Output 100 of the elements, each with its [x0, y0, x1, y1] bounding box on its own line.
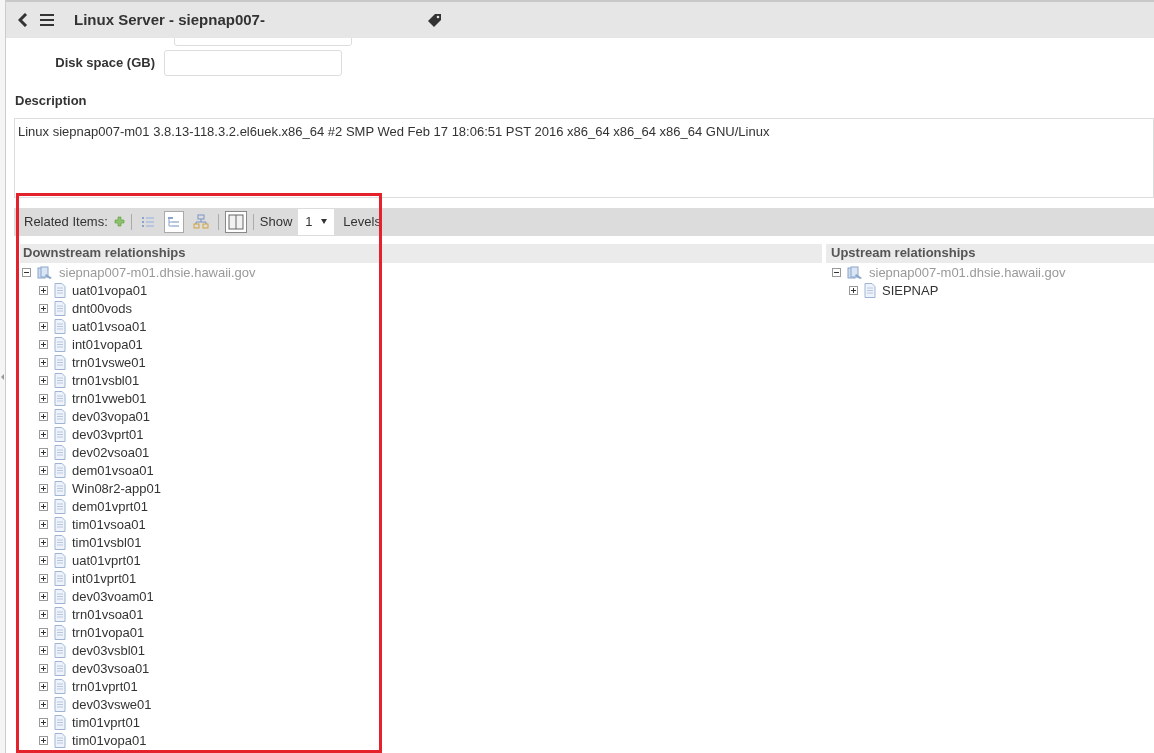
document-icon	[54, 535, 66, 550]
tree-item[interactable]: dem01vsoa01	[72, 460, 154, 481]
expand-icon[interactable]	[39, 286, 48, 295]
tree-item[interactable]: tim01vsoa01	[72, 514, 146, 535]
tree-item[interactable]: dem01vprt01	[72, 496, 148, 517]
document-icon	[54, 733, 66, 748]
columns-icon	[227, 213, 244, 230]
document-icon	[54, 697, 66, 712]
server-icon	[37, 265, 53, 280]
document-icon	[54, 679, 66, 694]
tree-item[interactable]: uat01vprt01	[72, 550, 141, 571]
collapse-handle-icon[interactable]	[1, 373, 4, 380]
document-icon	[54, 715, 66, 730]
window-title: Linux Server - siepnap007-	[74, 9, 265, 30]
tree-item[interactable]: trn01vsoa01	[72, 604, 144, 625]
expand-icon[interactable]	[39, 700, 48, 709]
document-icon	[54, 391, 66, 406]
expand-icon[interactable]	[39, 538, 48, 547]
tree-item[interactable]: Win08r2-app01	[72, 478, 161, 499]
document-icon	[54, 319, 66, 334]
collapse-icon[interactable]	[832, 268, 841, 277]
document-icon	[54, 373, 66, 388]
back-icon[interactable]	[18, 13, 28, 27]
tree-item[interactable]: tim01vprt01	[72, 712, 140, 733]
tree-item[interactable]: tim01vsbl01	[72, 532, 142, 553]
tree-item[interactable]: SIEPNAP	[882, 280, 939, 301]
document-icon	[54, 589, 66, 604]
server-icon	[847, 265, 863, 280]
expand-icon[interactable]	[39, 502, 48, 511]
description-field[interactable]: Linux siepnap007-m01 3.8.13-118.3.2.el6uek.x86_64 #2 SMP Wed Feb 17 18:06:51 PST 2016 x86_64 x86_64 x86_64 GNU/Linux	[14, 117, 1154, 198]
tree-item[interactable]: trn01vopa01	[72, 622, 145, 643]
section-header: Upstream relationships	[826, 243, 1154, 263]
expand-icon[interactable]	[39, 556, 48, 565]
tree-item[interactable]: trn01vweb01	[72, 388, 147, 409]
toolbar-label: Related Items:	[24, 212, 108, 231]
expand-icon[interactable]	[39, 664, 48, 673]
tree-item[interactable]: uat01vopa01	[72, 280, 148, 301]
split-view-button[interactable]	[224, 210, 247, 233]
tree-item[interactable]: dev03vprt01	[72, 424, 144, 445]
expand-icon[interactable]	[39, 304, 48, 313]
tree-item[interactable]: trn01vprt01	[72, 676, 138, 697]
expand-icon[interactable]	[39, 448, 48, 457]
expand-icon[interactable]	[39, 520, 48, 529]
tree-item[interactable]: dev02vsoa01	[72, 442, 150, 463]
levels-label: Levels	[343, 212, 381, 231]
document-icon	[54, 409, 66, 424]
expand-icon[interactable]	[39, 394, 48, 403]
expand-icon[interactable]	[39, 430, 48, 439]
expand-icon[interactable]	[39, 628, 48, 637]
collapse-icon[interactable]	[22, 268, 31, 277]
document-icon	[54, 571, 66, 586]
show-label: Show	[259, 212, 293, 231]
expand-icon[interactable]	[39, 574, 48, 583]
expand-icon[interactable]	[39, 412, 48, 421]
document-icon	[54, 427, 66, 442]
document-icon	[54, 499, 66, 514]
tree-item[interactable]: tim01vopa01	[72, 730, 147, 751]
document-icon	[54, 337, 66, 352]
document-icon	[54, 355, 66, 370]
tree-item[interactable]: trn01vsbl01	[72, 370, 140, 391]
tree-item[interactable]: dev03vsbl01	[72, 640, 145, 661]
document-icon	[54, 517, 66, 532]
list-icon	[140, 215, 155, 228]
expand-icon[interactable]	[39, 358, 48, 367]
menu-icon[interactable]	[40, 14, 54, 26]
section-header: Downstream relationships	[20, 243, 822, 263]
tree-item[interactable]: dev03vswe01	[72, 694, 152, 715]
tree-icon	[166, 215, 181, 228]
document-icon	[864, 283, 876, 298]
expand-icon[interactable]	[39, 484, 48, 493]
tree-item[interactable]: int01vprt01	[72, 568, 137, 589]
document-icon	[54, 553, 66, 568]
document-icon	[54, 481, 66, 496]
tree-item[interactable]: dev03vopa01	[72, 406, 151, 427]
expand-icon[interactable]	[39, 610, 48, 619]
expand-icon[interactable]	[39, 340, 48, 349]
tree-item[interactable]: dev03vsoa01	[72, 658, 150, 679]
expand-icon[interactable]	[39, 646, 48, 655]
tree-item[interactable]: uat01vsoa01	[72, 316, 147, 337]
document-icon	[54, 445, 66, 460]
expand-icon[interactable]	[39, 682, 48, 691]
expand-icon[interactable]	[39, 376, 48, 385]
expand-icon[interactable]	[39, 322, 48, 331]
tree-item[interactable]: trn01vswe01	[72, 352, 146, 373]
tag-icon[interactable]	[426, 12, 442, 28]
document-icon	[54, 607, 66, 622]
expand-icon[interactable]	[39, 736, 48, 745]
document-icon	[54, 625, 66, 640]
tree-item[interactable]: int01vopa01	[72, 334, 143, 355]
expand-icon[interactable]	[39, 592, 48, 601]
tree-item[interactable]: dev03voam01	[72, 586, 154, 607]
document-icon	[54, 643, 66, 658]
levels-select[interactable]: 1	[298, 208, 335, 235]
expand-icon[interactable]	[39, 718, 48, 727]
dropdown-caret-icon	[321, 219, 328, 224]
expand-icon[interactable]	[39, 466, 48, 475]
expand-icon[interactable]	[849, 286, 858, 295]
input-field[interactable]	[164, 50, 342, 76]
document-icon	[54, 283, 66, 298]
tree-item[interactable]: dnt00vods	[72, 298, 132, 319]
